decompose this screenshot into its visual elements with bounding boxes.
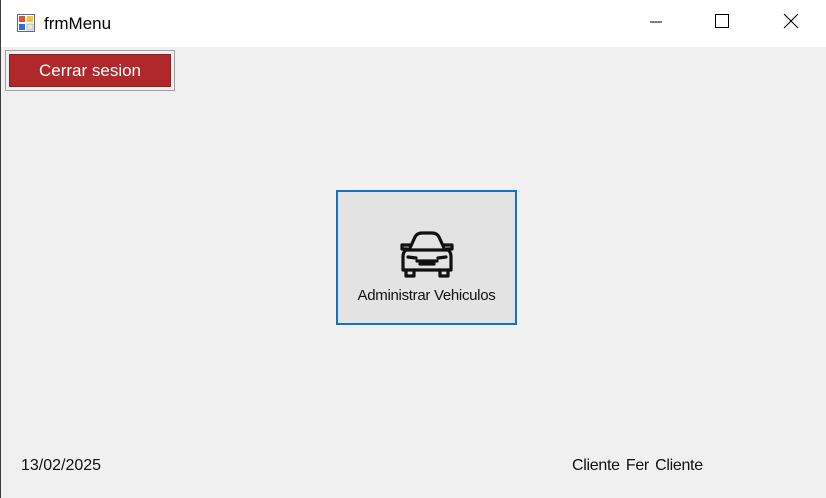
date-label: 13/02/2025 bbox=[21, 457, 102, 474]
close-button[interactable] bbox=[768, 0, 814, 47]
close-icon bbox=[783, 13, 799, 34]
window-title: frmMenu bbox=[44, 14, 112, 33]
minimize-icon bbox=[650, 15, 662, 33]
maximize-icon bbox=[715, 14, 729, 33]
user-name-label: Cliente Fer Cliente bbox=[572, 457, 703, 474]
manage-vehicles-button[interactable]: Administrar Vehiculos bbox=[336, 190, 517, 325]
logout-button[interactable]: Cerrar sesion bbox=[9, 54, 171, 87]
app-window: frmMenu Cerrar sesion Administrar Vehicu… bbox=[0, 0, 826, 498]
title-bar[interactable]: frmMenu bbox=[1, 0, 826, 47]
maximize-button[interactable] bbox=[699, 0, 745, 47]
form-client-area: Cerrar sesion Administrar Vehiculos 13/0… bbox=[1, 47, 826, 498]
minimize-button[interactable] bbox=[633, 0, 679, 47]
form-icon[interactable] bbox=[17, 14, 35, 32]
logout-button-frame: Cerrar sesion bbox=[5, 50, 175, 91]
car-icon bbox=[393, 226, 461, 282]
manage-vehicles-label: Administrar Vehiculos bbox=[357, 287, 496, 304]
